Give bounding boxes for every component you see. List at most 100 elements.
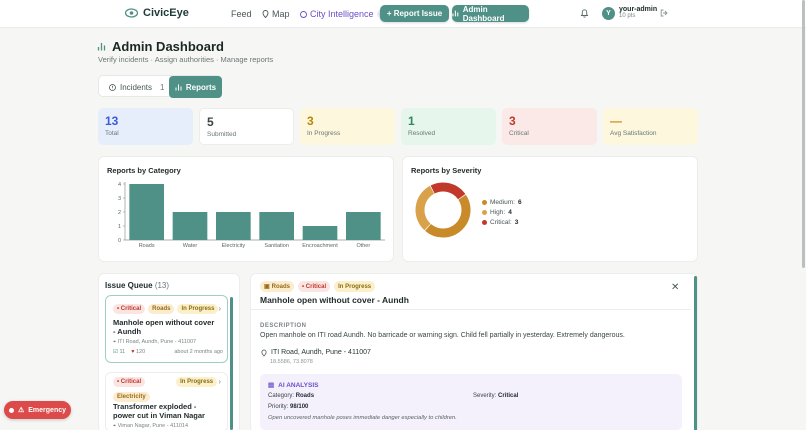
queue-item-address: ⌖ ITI Road, Aundh, Pune - 411007: [113, 339, 197, 345]
legend-medium-swatch: [482, 200, 487, 205]
nav-feed[interactable]: Feed: [231, 9, 252, 19]
divider: [251, 309, 691, 310]
x-tick-label: Other: [356, 243, 370, 249]
severity-badge: • Critical: [113, 304, 146, 314]
queue-item[interactable]: • Critical In Progress Electricity › Tra…: [105, 372, 228, 430]
legend-critical: Critical: 3: [482, 219, 518, 226]
emergency-label: Emergency: [28, 406, 67, 414]
views-count: ♥ 120: [131, 349, 146, 355]
chevron-right-icon: ›: [218, 377, 221, 386]
y-tick-label: 4: [118, 182, 121, 188]
eye-icon: [125, 8, 138, 18]
stat-card: 1 Resolved: [401, 108, 496, 145]
brain-icon: [300, 10, 307, 18]
admin-dashboard-button[interactable]: Admin Dashboard: [452, 4, 529, 23]
legend-critical-value: 3: [514, 219, 519, 226]
stat-card: 3 Critical: [502, 108, 597, 145]
top-navbar: CivicEye Feed Map City Intelligence AI +…: [0, 0, 806, 28]
chevron-right-icon: ›: [218, 304, 221, 313]
stat-value: 3: [509, 114, 516, 128]
nav-map-label: Map: [272, 9, 290, 19]
issue-queue-title: Issue Queue (13): [105, 281, 169, 290]
x-tick-label: Electricity: [222, 243, 246, 249]
user-name: your-admin: [619, 6, 658, 13]
ai-analysis-heading: ▤ AI ANALYSIS: [268, 381, 319, 390]
category-badge: Roads: [148, 304, 175, 314]
bell-icon[interactable]: [580, 8, 589, 18]
bar-chart-icon: [175, 84, 182, 90]
record-dot-icon: [8, 407, 14, 413]
road-icon: ▣: [264, 284, 270, 290]
ai-priority: Priority: 98/100: [268, 404, 309, 410]
tab-incidents[interactable]: Incidents 1: [109, 76, 164, 98]
y-tick-label: 1: [118, 224, 121, 230]
user-points: 10 pts: [619, 13, 636, 19]
admin-dashboard-label: Admin Dashboard: [462, 4, 505, 23]
bar-chart-icon: [452, 10, 459, 17]
close-icon[interactable]: ✕: [671, 282, 679, 293]
emergency-button[interactable]: ⚠ Emergency: [4, 401, 71, 419]
category-badge: Electricity: [113, 392, 150, 402]
severity-donut-chart: [415, 182, 471, 238]
nav-city-label: City Intelligence: [310, 9, 374, 19]
y-tick-label: 0: [118, 238, 121, 244]
brand-logo[interactable]: CivicEye: [125, 7, 189, 19]
category-badge: ▣ Roads: [260, 281, 295, 292]
avatar[interactable]: Y: [602, 7, 615, 20]
page-subtitle: Verify incidents · Assign authorities · …: [98, 55, 274, 64]
tab-incidents-label: Incidents: [120, 82, 153, 92]
description-text: Open manhole on ITI road Aundh. No barri…: [260, 332, 625, 339]
stat-value: —: [610, 114, 622, 128]
warning-icon: ⚠: [17, 407, 25, 414]
bar-electricity: [216, 212, 251, 240]
status-badge: In Progress: [334, 281, 376, 292]
nav-map[interactable]: Map: [262, 9, 290, 19]
ai-category: Category: Roads: [268, 393, 315, 399]
report-issue-button[interactable]: + Report Issue: [380, 5, 449, 22]
stat-card: 13 Total: [98, 108, 193, 145]
queue-scrollbar[interactable]: [230, 297, 233, 430]
stat-card: 3 In Progress: [300, 108, 395, 145]
coordinates: 18.5586, 73.8078: [270, 359, 313, 365]
legend-high-swatch: [482, 210, 487, 215]
check-icon: ☑: [113, 349, 118, 355]
stat-label: In Progress: [307, 130, 341, 137]
x-tick-label: Water: [183, 243, 198, 249]
bar-other: [346, 212, 381, 240]
queue-item-time: about 2 months ago: [174, 349, 223, 355]
ai-severity: Severity: Critical: [473, 393, 519, 399]
y-tick-label: 2: [118, 210, 121, 216]
donut-slice-high: [415, 185, 435, 231]
bar-water: [172, 212, 208, 240]
bar-chart-icon: [97, 43, 106, 51]
x-tick-label: Sanitation: [264, 243, 288, 249]
donut-slice-critical: [430, 182, 466, 200]
stat-value: 3: [307, 114, 314, 128]
report-issue-label: + Report Issue: [386, 9, 443, 18]
nav-city-intelligence[interactable]: City Intelligence AI: [300, 9, 389, 19]
map-pin-icon: [261, 349, 267, 357]
queue-item-meta: ☑ 11 ♥ 120 about 2 months ago: [113, 349, 223, 355]
stat-value: 13: [105, 114, 119, 128]
brand-name: CivicEye: [143, 7, 189, 19]
nav-feed-label: Feed: [231, 9, 252, 19]
window-scrollbar[interactable]: [802, 0, 805, 268]
queue-item[interactable]: • Critical Roads In Progress › Manhole o…: [105, 295, 228, 363]
queue-item-badges: • Critical In Progress Electricity: [113, 377, 221, 402]
stat-label: Resolved: [408, 130, 436, 137]
status-badge: In Progress: [177, 304, 219, 314]
map-pin-icon: [262, 10, 269, 18]
tab-reports[interactable]: Reports: [169, 76, 222, 98]
detail-scrollbar[interactable]: [694, 276, 697, 430]
description-label: DESCRIPTION: [260, 323, 307, 329]
view-tabs: Incidents 1 Reports: [98, 75, 222, 98]
bar-roads: [129, 184, 164, 240]
logout-icon[interactable]: [660, 9, 669, 17]
issue-queue-title-text: Issue Queue: [105, 281, 153, 290]
category-bar-chart: 0 1 2 3 4 Roads Water Electricity Sanitation Encr…: [118, 182, 385, 249]
location: ITI Road, Aundh, Pune - 411007: [261, 349, 371, 357]
detail-badges: ▣ Roads • Critical In Progress: [260, 281, 376, 292]
ai-note: Open uncovered manhole poses immediate d…: [268, 415, 457, 421]
queue-item-title: Transformer exploded - power cut in Vima…: [113, 402, 205, 421]
ai-heading-text: AI ANALYSIS: [278, 381, 319, 389]
